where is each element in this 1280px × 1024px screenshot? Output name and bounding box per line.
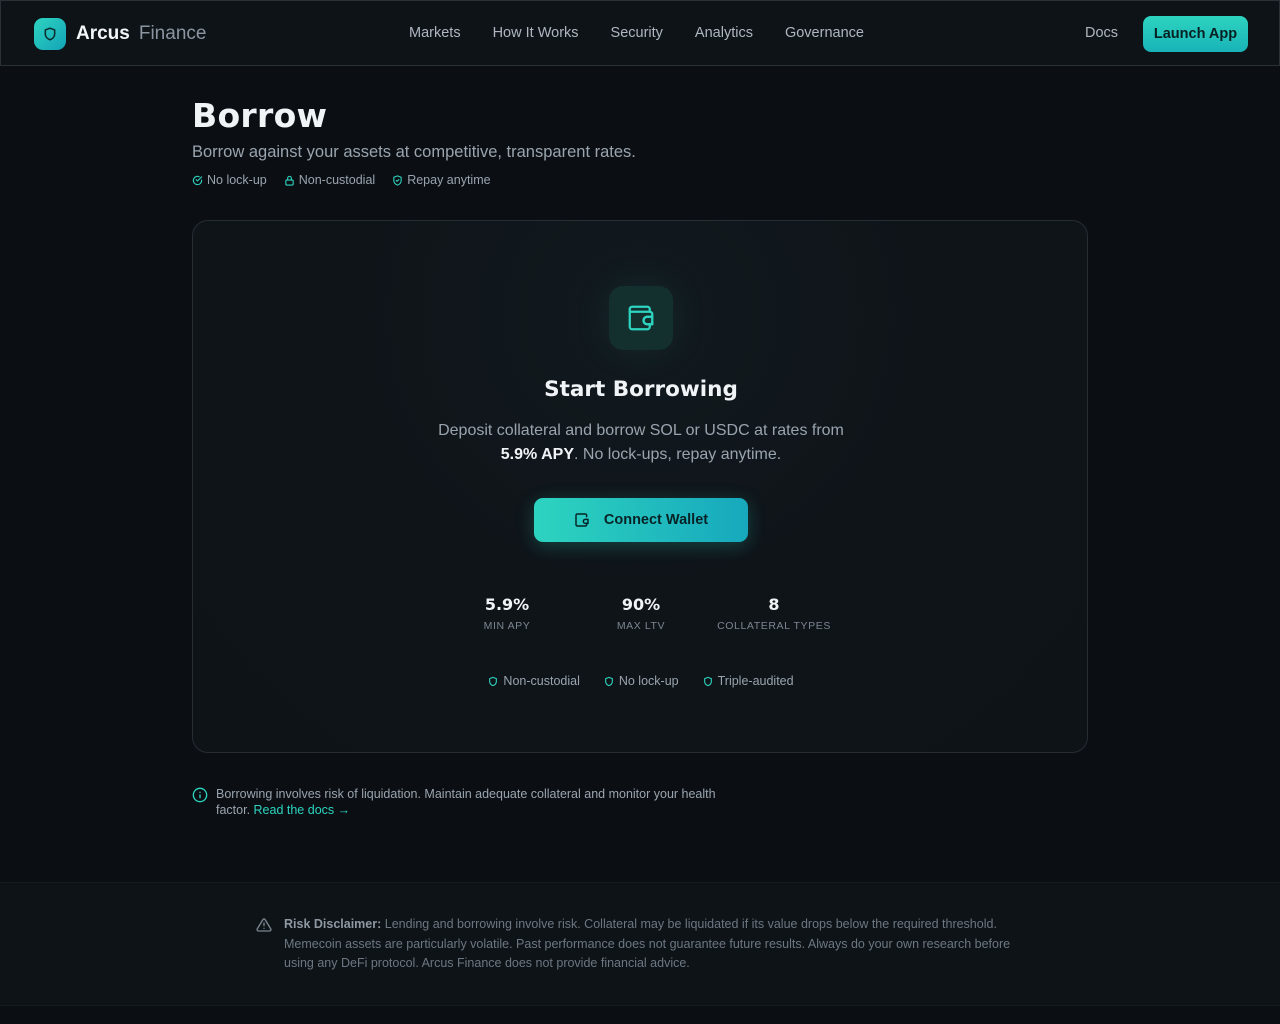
shield-icon — [703, 676, 712, 686]
check-circle-icon — [192, 175, 203, 185]
stat-label: MIN APY — [483, 620, 531, 632]
nav-link-security[interactable]: Security — [611, 25, 663, 41]
shield-logo-icon — [34, 18, 66, 50]
tag-label: Repay anytime — [407, 173, 491, 187]
borrow-card: Start Borrowing Deposit collateral and b… — [192, 220, 1088, 753]
wallet-icon — [575, 513, 589, 527]
tag-label: Non-custodial — [298, 173, 376, 187]
wallet-icon — [609, 286, 673, 350]
stat-collateral-types: 8 COLLATERAL TYPES — [704, 595, 844, 632]
tag-no-lockup: No lock-up — [192, 173, 267, 187]
risk-disclaimer: Risk Disclaimer: Lending and borrowing i… — [256, 915, 1016, 974]
nav-links: Markets How It Works Security Analytics … — [409, 25, 896, 41]
nav-link-governance[interactable]: Governance — [785, 25, 864, 41]
shield-check-icon — [393, 174, 402, 186]
warning-icon — [256, 918, 272, 932]
trust-badges: Non-custodial No lock-up Triple-audited — [193, 674, 1089, 688]
page-title: Borrow — [192, 96, 328, 135]
card-title: Start Borrowing — [544, 377, 738, 402]
badge-label: No lock-up — [618, 674, 679, 688]
stat-label: COLLATERAL TYPES — [717, 620, 831, 632]
brand-name: Arcus — [76, 23, 130, 44]
brand[interactable]: Arcus Finance — [34, 18, 206, 50]
desc-text-after: . No lock-ups, repay anytime. — [574, 446, 782, 463]
lock-icon — [285, 175, 294, 186]
connect-wallet-button[interactable]: Connect Wallet — [534, 498, 748, 542]
tag-repay-anytime: Repay anytime — [392, 173, 491, 187]
liquidation-note: Borrowing involves risk of liquidation. … — [192, 786, 752, 818]
launch-app-button[interactable]: Launch App — [1143, 16, 1248, 52]
stat-max-ltv: 90% MAX LTV — [581, 595, 701, 632]
stat-value: 5.9% — [484, 595, 530, 614]
badge-no-lockup: No lock-up — [604, 674, 679, 688]
info-icon — [192, 787, 208, 803]
disclaimer-body: Lending and borrowing involve risk. Coll… — [284, 917, 1011, 970]
stat-value: 8 — [768, 595, 780, 614]
page-subtitle: Borrow against your assets at competitiv… — [192, 143, 636, 161]
badge-label: Non-custodial — [503, 674, 580, 688]
desc-rate: 5.9% APY — [500, 446, 574, 463]
nav-link-docs[interactable]: Docs — [1085, 25, 1118, 41]
note-text: Borrowing involves risk of liquidation. … — [216, 786, 752, 818]
card-description: Deposit collateral and borrow SOL or USD… — [391, 419, 891, 467]
stat-value: 90% — [621, 595, 661, 614]
badge-label: Triple-audited — [717, 674, 794, 688]
footer: Risk Disclaimer: Lending and borrowing i… — [0, 882, 1280, 1006]
disclaimer-text: Risk Disclaimer: Lending and borrowing i… — [284, 915, 1016, 974]
tag-label: No lock-up — [207, 173, 267, 187]
badge-non-custodial: Non-custodial — [488, 674, 580, 688]
shield-icon — [604, 676, 613, 686]
stat-label: MAX LTV — [616, 620, 666, 632]
top-nav: Arcus Finance Markets How It Works Secur… — [0, 0, 1280, 66]
feature-tags: No lock-up Non-custodial Repay anytime — [192, 173, 508, 187]
tag-non-custodial: Non-custodial — [284, 173, 375, 187]
nav-link-analytics[interactable]: Analytics — [695, 25, 753, 41]
desc-text: Deposit collateral and borrow SOL or USD… — [438, 422, 844, 439]
connect-wallet-label: Connect Wallet — [603, 512, 709, 528]
read-docs-link[interactable]: Read the docs → — [254, 803, 351, 817]
disclaimer-label: Risk Disclaimer: — [284, 917, 382, 931]
nav-link-markets[interactable]: Markets — [409, 25, 461, 41]
brand-sub: Finance — [138, 23, 207, 44]
stat-min-apy: 5.9% MIN APY — [447, 595, 567, 632]
badge-triple-audited: Triple-audited — [703, 674, 794, 688]
nav-link-how-it-works[interactable]: How It Works — [493, 25, 579, 41]
shield-icon — [489, 676, 498, 686]
